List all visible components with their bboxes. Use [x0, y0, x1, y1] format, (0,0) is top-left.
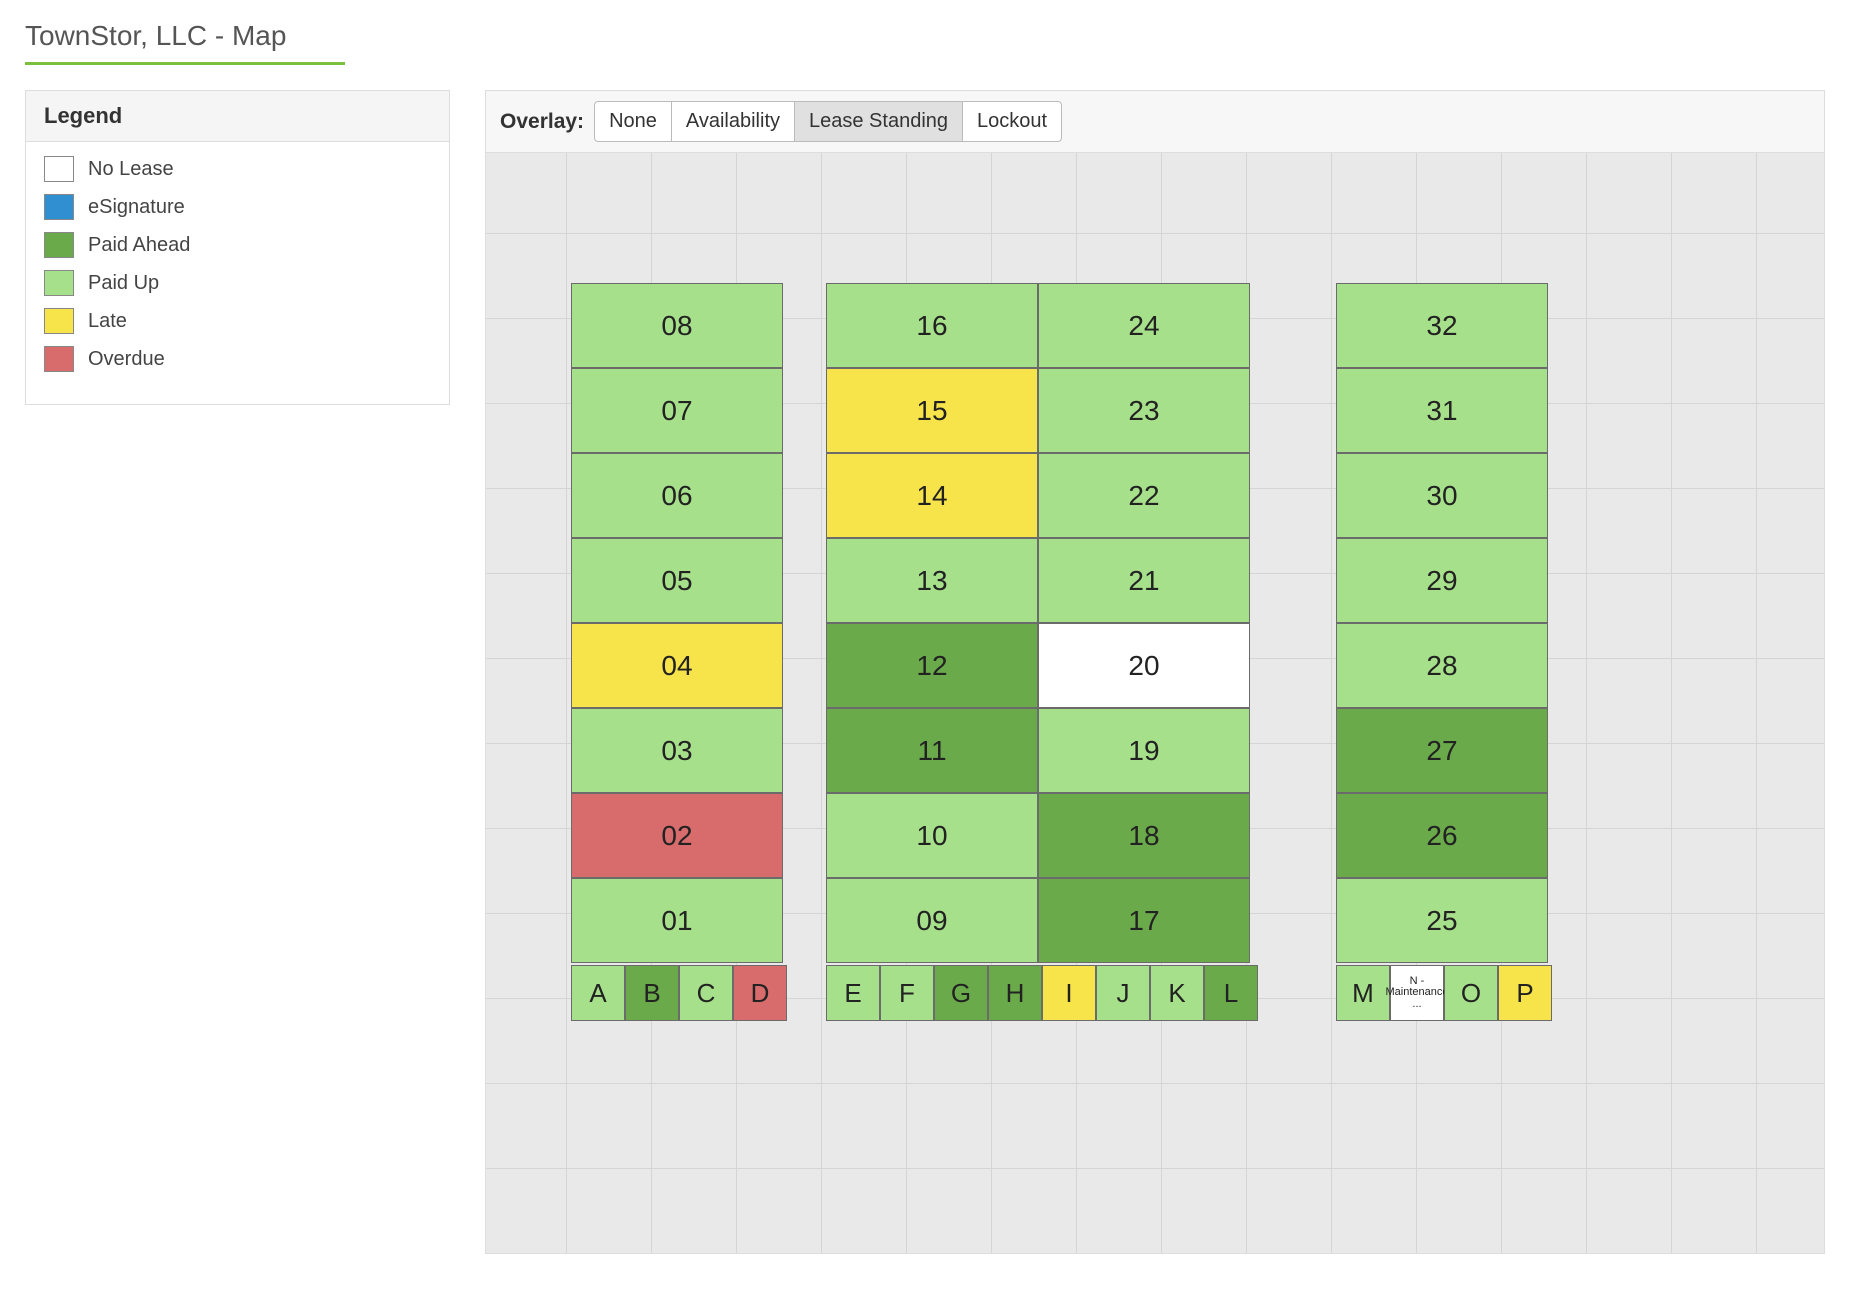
main-panel: Overlay: NoneAvailabilityLease StandingL… [485, 90, 1825, 1254]
unit-23[interactable]: 23 [1038, 368, 1250, 453]
unit-28[interactable]: 28 [1336, 623, 1548, 708]
legend-swatch [44, 346, 74, 372]
unit-p[interactable]: P [1498, 965, 1552, 1021]
legend-item: eSignature [44, 194, 431, 220]
unit-18[interactable]: 18 [1038, 793, 1250, 878]
unit-j[interactable]: J [1096, 965, 1150, 1021]
legend-swatch [44, 194, 74, 220]
unit-13[interactable]: 13 [826, 538, 1038, 623]
unit-g[interactable]: G [934, 965, 988, 1021]
legend-item: Overdue [44, 346, 431, 372]
unit-29[interactable]: 29 [1336, 538, 1548, 623]
overlay-option-availability[interactable]: Availability [671, 101, 795, 142]
unit-31[interactable]: 31 [1336, 368, 1548, 453]
unit-k[interactable]: K [1150, 965, 1204, 1021]
legend-swatch [44, 308, 74, 334]
unit-03[interactable]: 03 [571, 708, 783, 793]
legend-label: Paid Up [88, 272, 159, 295]
unit-e[interactable]: E [826, 965, 880, 1021]
legend-header: Legend [26, 91, 449, 142]
legend-swatch [44, 270, 74, 296]
overlay-option-lockout[interactable]: Lockout [962, 101, 1062, 142]
unit-21[interactable]: 21 [1038, 538, 1250, 623]
unit-24[interactable]: 24 [1038, 283, 1250, 368]
unit-06[interactable]: 06 [571, 453, 783, 538]
unit-11[interactable]: 11 [826, 708, 1038, 793]
unit-08[interactable]: 08 [571, 283, 783, 368]
unit-32[interactable]: 32 [1336, 283, 1548, 368]
legend-item: Paid Up [44, 270, 431, 296]
unit-d[interactable]: D [733, 965, 787, 1021]
legend-item: No Lease [44, 156, 431, 182]
overlay-option-lease-standing[interactable]: Lease Standing [794, 101, 963, 142]
unit-12[interactable]: 12 [826, 623, 1038, 708]
unit-20[interactable]: 20 [1038, 623, 1250, 708]
unit-16[interactable]: 16 [826, 283, 1038, 368]
unit-15[interactable]: 15 [826, 368, 1038, 453]
unit-26[interactable]: 26 [1336, 793, 1548, 878]
legend-panel: Legend No Lease eSignature Paid Ahead Paid … [25, 90, 450, 405]
unit-27[interactable]: 27 [1336, 708, 1548, 793]
legend-item: Paid Ahead [44, 232, 431, 258]
unit-02[interactable]: 02 [571, 793, 783, 878]
legend-body: No Lease eSignature Paid Ahead Paid Up Late O… [26, 142, 449, 404]
overlay-label: Overlay: [500, 110, 584, 134]
title-underline [25, 62, 345, 65]
legend-label: Late [88, 310, 127, 333]
page-title: TownStor, LLC - Map [0, 0, 1856, 62]
legend-item: Late [44, 308, 431, 334]
unit-l[interactable]: L [1204, 965, 1258, 1021]
legend-label: eSignature [88, 196, 185, 219]
unit-i[interactable]: I [1042, 965, 1096, 1021]
unit-14[interactable]: 14 [826, 453, 1038, 538]
unit-f[interactable]: F [880, 965, 934, 1021]
unit-25[interactable]: 25 [1336, 878, 1548, 963]
unit-m[interactable]: M [1336, 965, 1390, 1021]
unit-04[interactable]: 04 [571, 623, 783, 708]
unit-10[interactable]: 10 [826, 793, 1038, 878]
unit-h[interactable]: H [988, 965, 1042, 1021]
legend-swatch [44, 232, 74, 258]
unit-b[interactable]: B [625, 965, 679, 1021]
unit-09[interactable]: 09 [826, 878, 1038, 963]
legend-label: No Lease [88, 158, 174, 181]
legend-label: Paid Ahead [88, 234, 190, 257]
legend-label: Overdue [88, 348, 165, 371]
unit-a[interactable]: A [571, 965, 625, 1021]
unit-07[interactable]: 07 [571, 368, 783, 453]
unit-17[interactable]: 17 [1038, 878, 1250, 963]
unit-c[interactable]: C [679, 965, 733, 1021]
overlay-button-group: NoneAvailabilityLease StandingLockout [594, 101, 1062, 142]
overlay-toolbar: Overlay: NoneAvailabilityLease StandingL… [486, 91, 1824, 153]
overlay-option-none[interactable]: None [594, 101, 672, 142]
unit-22[interactable]: 22 [1038, 453, 1250, 538]
unit-n-maintenance-[interactable]: N - Maintenance ... [1390, 965, 1444, 1021]
legend-swatch [44, 156, 74, 182]
unit-05[interactable]: 05 [571, 538, 783, 623]
map-canvas[interactable]: 0807060504030201ABCD 1615141312111009 2423… [486, 153, 1824, 1253]
unit-19[interactable]: 19 [1038, 708, 1250, 793]
unit-01[interactable]: 01 [571, 878, 783, 963]
unit-30[interactable]: 30 [1336, 453, 1548, 538]
unit-o[interactable]: O [1444, 965, 1498, 1021]
